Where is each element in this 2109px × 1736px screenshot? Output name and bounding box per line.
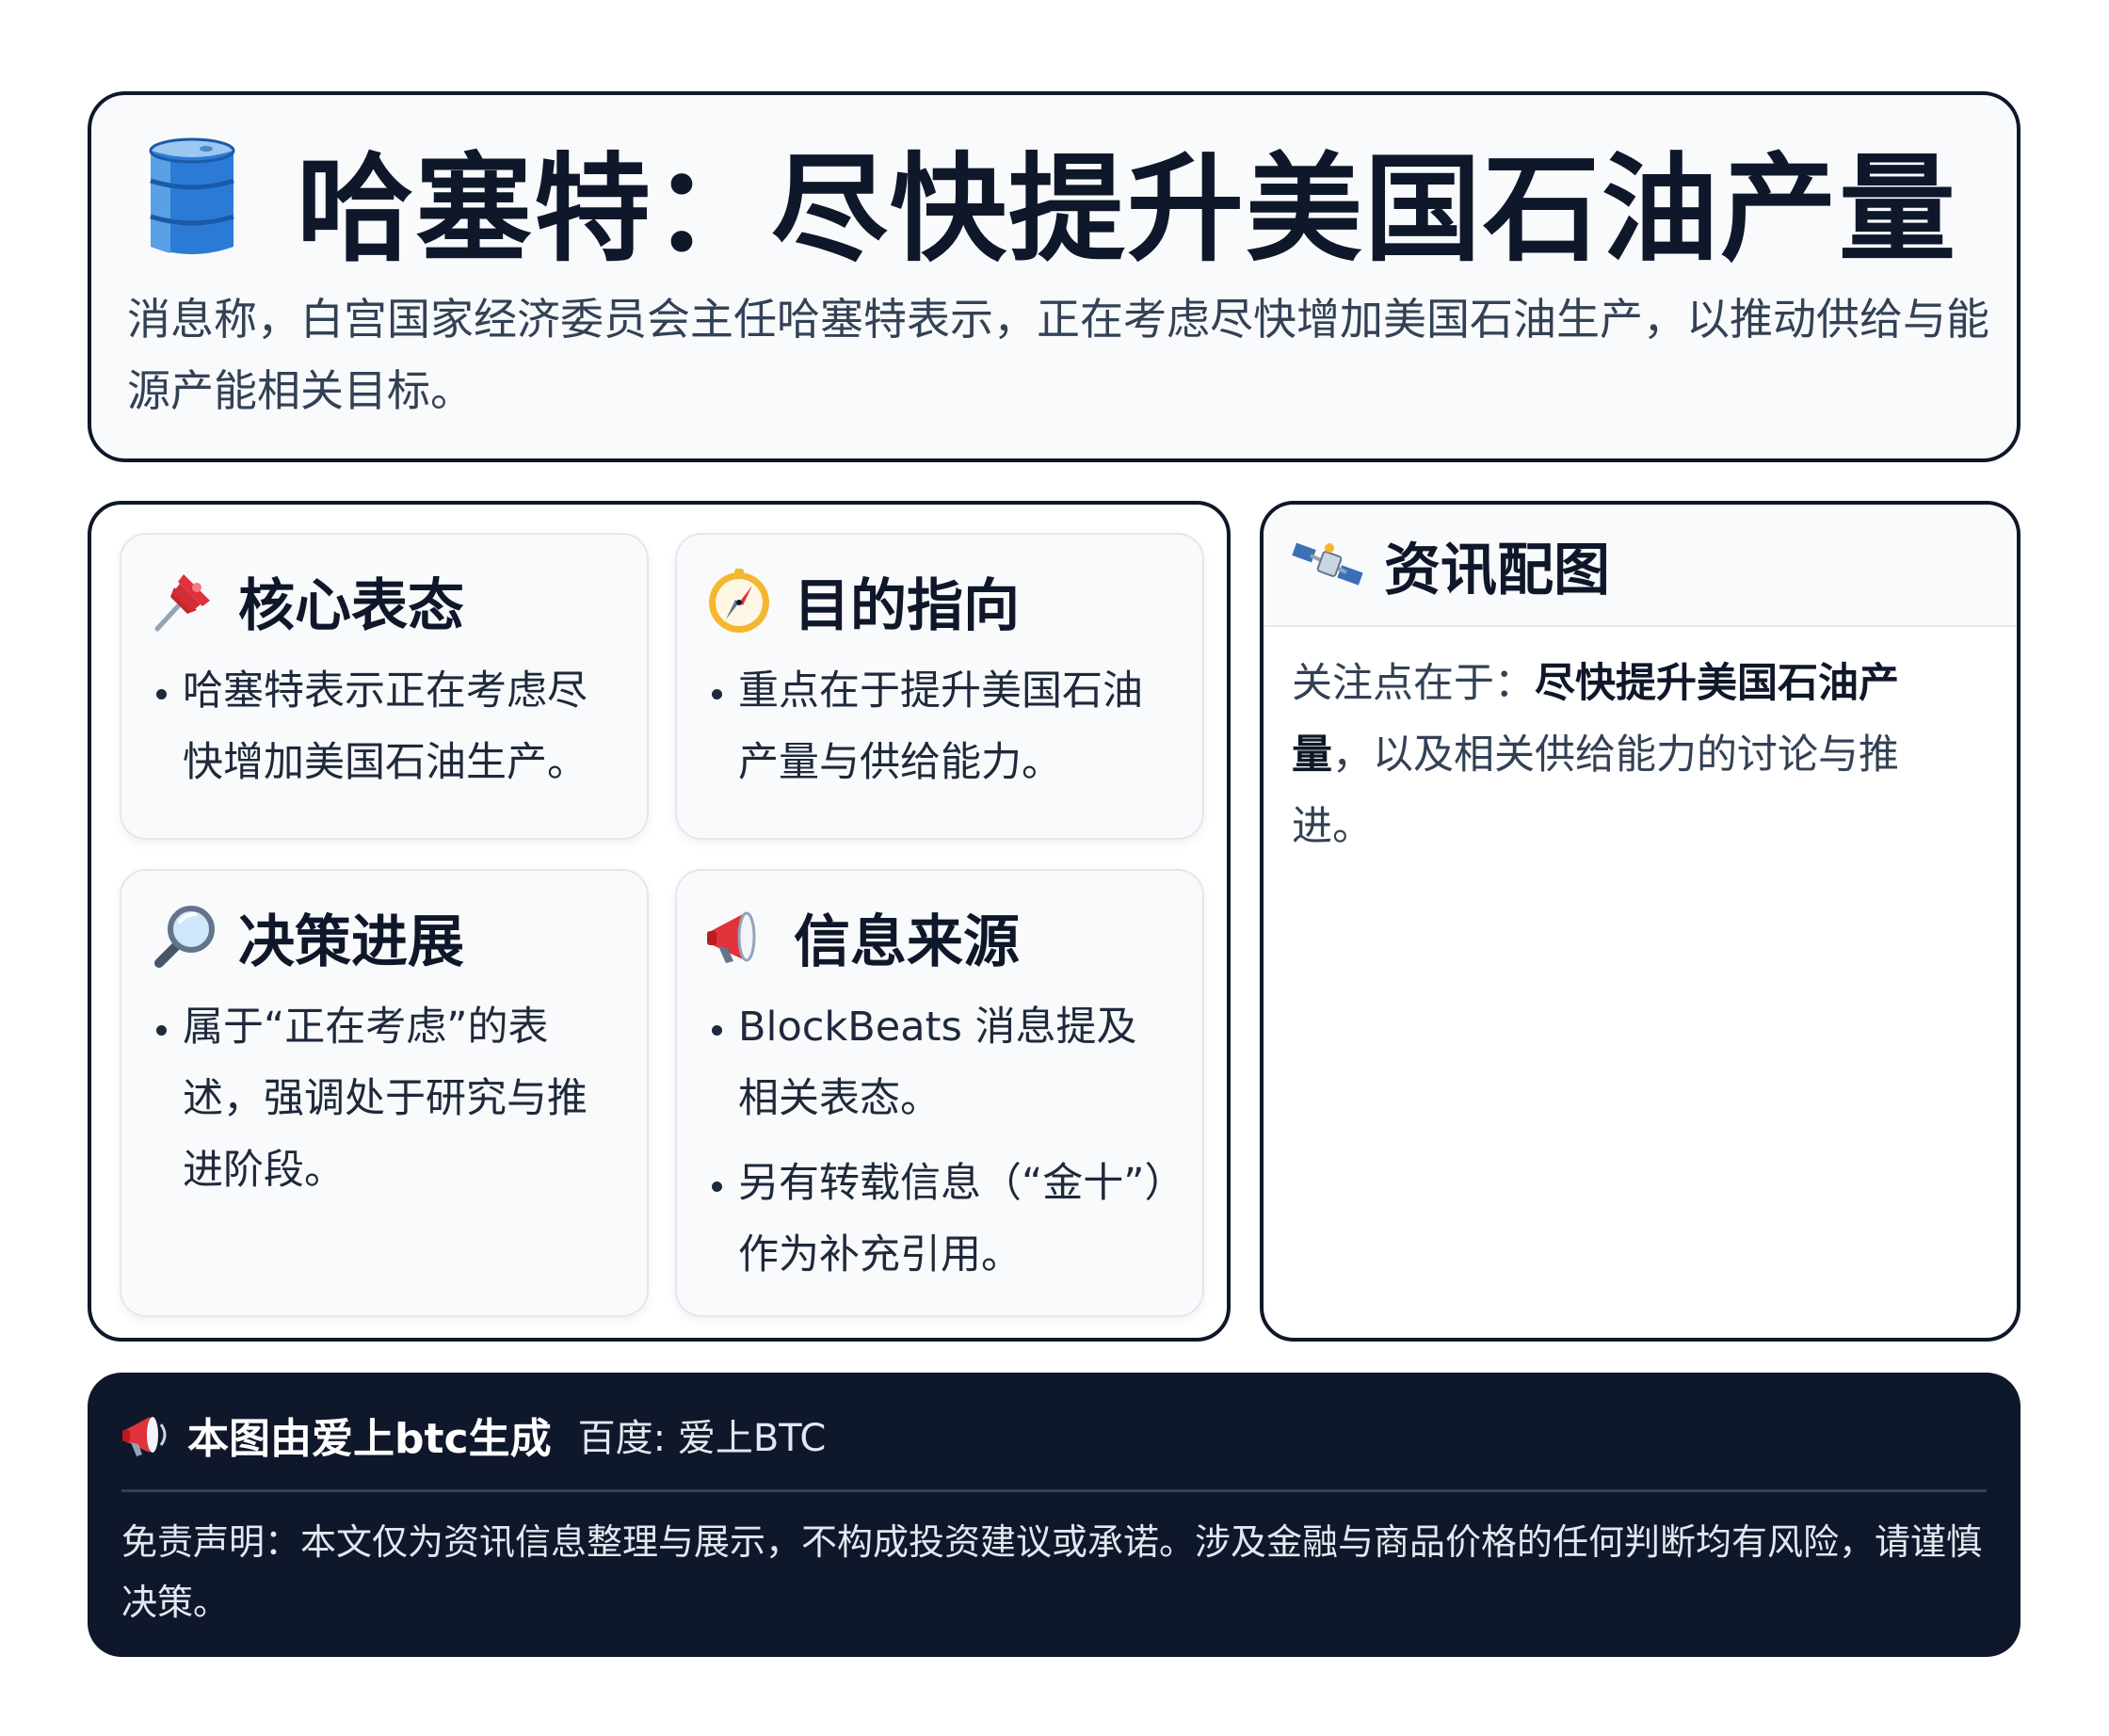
footer-source: 百度: 爱上BTC: [577, 1417, 827, 1460]
card-bullet-list: BlockBeats 消息提及相关表态。 另有转载信息（“金十”）作为补充引用。: [677, 991, 1202, 1304]
card-header: 信息来源: [705, 899, 1020, 975]
footer: 本图由爱上btc生成 百度: 爱上BTC 免责声明：本文仅为资讯信息整理与展示，…: [88, 1373, 2020, 1657]
list-item: 重点在于提升美国石油产量与供给能力。: [738, 655, 1174, 798]
list-item: 属于“正在考虑”的表述，强调处于研究与推进阶段。: [183, 991, 619, 1206]
satellite-icon: [1292, 542, 1363, 586]
footer-branding: 本图由爱上btc生成 百度: 爱上BTC: [121, 1405, 826, 1465]
magnifier-icon: [154, 906, 215, 968]
footer-disclaimer: 免责声明：本文仅为资讯信息整理与展示，不构成投资建议或承诺。涉及金融与商品价格的…: [121, 1521, 1983, 1623]
list-item: 哈塞特表示正在考虑尽快增加美国石油生产。: [183, 655, 619, 798]
card-bullet-list: 哈塞特表示正在考虑尽快增加美国石油生产。: [121, 655, 647, 812]
panel-title: 资讯配图: [1384, 537, 1610, 603]
megaphone-icon: [707, 911, 756, 963]
news-image-panel: 资讯配图 关注点在于：尽快提升美国石油产量，以及相关供给能力的讨论与推进。: [1260, 501, 2020, 1342]
list-item: 另有转载信息（“金十”）作为补充引用。: [738, 1148, 1174, 1291]
card-title: 目的指向: [794, 572, 1020, 639]
card-title: 信息来源: [794, 908, 1020, 975]
oil-barrel-icon: [149, 137, 235, 254]
card-core-statement: 核心表态 哈塞特表示正在考虑尽快增加美国石油生产。: [120, 533, 649, 840]
card-decision-progress: 决策进展 属于“正在考虑”的表述，强调处于研究与推进阶段。: [120, 869, 649, 1317]
card-title: 决策进展: [238, 908, 464, 975]
title-row: 哈塞特：尽快提升美国石油产量: [148, 133, 1957, 278]
card-title: 核心表态: [238, 572, 464, 639]
card-bullet-list: 属于“正在考虑”的表述，强调处于研究与推进阶段。: [121, 991, 647, 1219]
page-title: 哈塞特：尽快提升美国石油产量: [297, 142, 1958, 278]
panel-header: 资讯配图: [1264, 505, 2017, 627]
card-header: 目的指向: [705, 563, 1020, 639]
compass-icon: [709, 569, 769, 633]
footer-divider: [121, 1489, 1987, 1492]
card-header: 核心表态: [150, 563, 464, 639]
key-points-panel: 核心表态 哈塞特表示正在考虑尽快增加美国石油生产。 目的指向 重点在于提升美国石…: [88, 501, 1231, 1342]
header-summary: 消息称，白宫国家经济委员会主任哈塞特表示，正在考虑尽快增加美国石油生产，以推动供…: [127, 294, 1989, 416]
panel-tail-text: ，以及相关供给能力的讨论与推进。: [1292, 731, 1899, 850]
pushpin-icon: [154, 574, 210, 632]
loudspeaker-icon: [122, 1417, 167, 1456]
footer-brand: 本图由爱上btc生成: [187, 1415, 552, 1463]
card-purpose: 目的指向 重点在于提升美国石油产量与供给能力。: [675, 533, 1204, 840]
header-card: 哈塞特：尽快提升美国石油产量 消息称，白宫国家经济委员会主任哈塞特表示，正在考虑…: [88, 91, 2020, 462]
list-item: BlockBeats 消息提及相关表态。: [738, 991, 1174, 1134]
panel-body: 关注点在于：尽快提升美国石油产量，以及相关供给能力的讨论与推进。: [1292, 648, 1970, 862]
card-information-source: 信息来源 BlockBeats 消息提及相关表态。 另有转载信息（“金十”）作为…: [675, 869, 1204, 1317]
card-bullet-list: 重点在于提升美国石油产量与供给能力。: [677, 655, 1202, 812]
panel-lead-text: 关注点在于：: [1292, 660, 1535, 707]
card-header: 决策进展: [150, 899, 464, 975]
